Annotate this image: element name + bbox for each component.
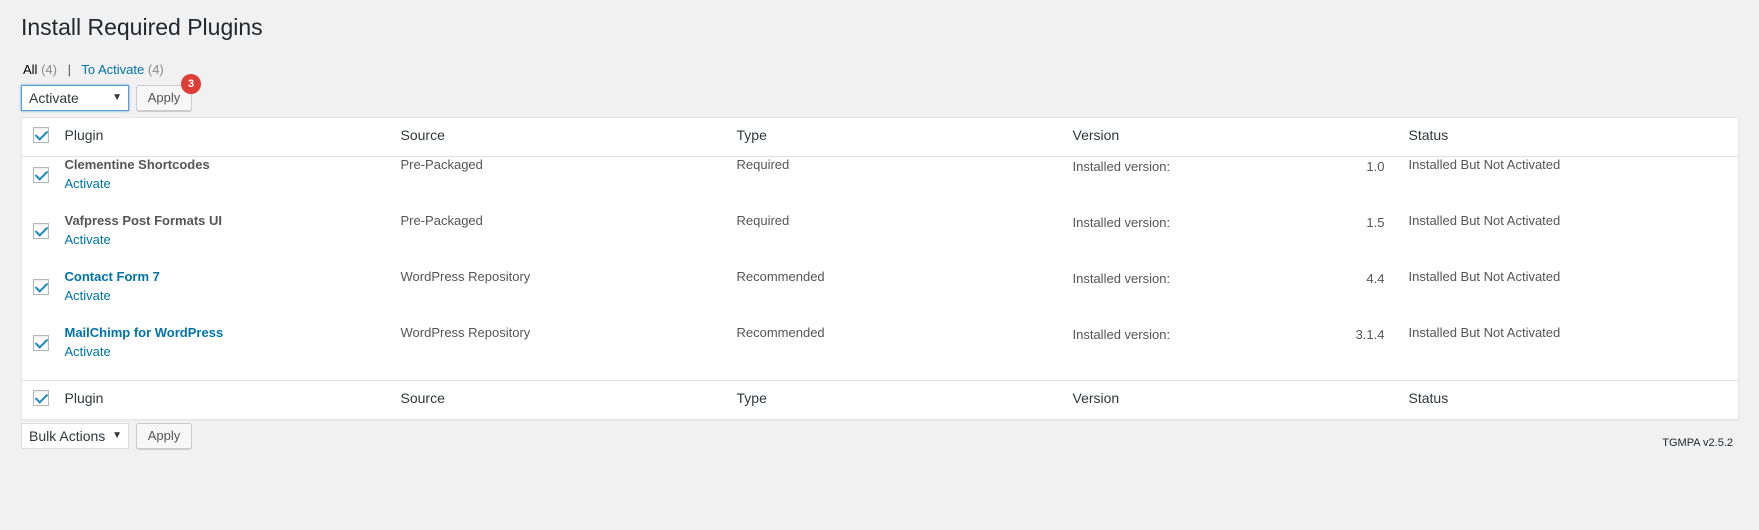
plugin-name-link[interactable]: Contact Form 7 — [65, 269, 160, 284]
version-cell: Installed version: 4.4 — [1073, 269, 1409, 325]
source-cell: WordPress Repository — [400, 324, 531, 340]
plugin-cell: Clementine Shortcodes Activate — [65, 157, 401, 213]
status-cell: Installed But Not Activated — [1408, 212, 1561, 228]
row-checkbox[interactable] — [33, 167, 49, 183]
filter-separator: | — [67, 62, 71, 77]
bulk-action-selected-top: Activate — [29, 90, 79, 106]
version-label: Installed version: — [1072, 159, 1171, 174]
column-header-plugin[interactable]: Plugin — [64, 117, 401, 157]
column-footer-plugin[interactable]: Plugin — [64, 380, 401, 420]
bulk-action-selected-bottom: Bulk Actions — [29, 428, 106, 444]
select-all-checkbox-bottom[interactable] — [33, 390, 49, 406]
apply-button-bottom[interactable]: Apply — [136, 423, 192, 449]
version-value: 3.1.4 — [1355, 326, 1385, 342]
plugin-cell: MailChimp for WordPress Activate — [65, 325, 401, 381]
column-header-status: Status — [1408, 117, 1739, 157]
dropdown-arrow-icon: ▼ — [112, 92, 122, 103]
filter-to-activate-count: (4) — [147, 62, 164, 77]
type-cell: Required — [736, 157, 790, 172]
type-cell: Required — [736, 212, 790, 228]
select-all-cell — [21, 117, 65, 157]
row-checkbox-cell — [22, 213, 65, 269]
column-footer-version: Version — [1072, 380, 1409, 420]
bulk-action-select-bottom[interactable]: Bulk Actions ▼ — [21, 423, 129, 449]
row-checkbox[interactable] — [33, 278, 49, 295]
filter-all-label[interactable]: All — [23, 62, 37, 77]
plugin-cell: Vafpress Post Formats UI Activate — [65, 213, 401, 269]
row-checkbox[interactable] — [33, 334, 49, 351]
version-cell: Installed version: 3.1.4 — [1073, 325, 1409, 381]
plugin-name: Clementine Shortcodes — [64, 157, 210, 172]
column-header-type[interactable]: Type — [736, 117, 1073, 157]
type-cell: Recommended — [736, 324, 825, 340]
column-footer-type[interactable]: Type — [736, 380, 1073, 420]
version-value: 1.5 — [1366, 214, 1385, 230]
row-checkbox[interactable] — [33, 222, 49, 239]
dropdown-arrow-icon: ▼ — [112, 430, 122, 441]
activate-link[interactable]: Activate — [65, 288, 401, 303]
status-cell: Installed But Not Activated — [1408, 157, 1561, 172]
column-header-source[interactable]: Source — [400, 117, 737, 157]
tgmpa-version: TGMPA v2.5.2 — [1662, 437, 1733, 449]
plugin-cell: Contact Form 7 Activate — [65, 269, 401, 325]
source-cell: Pre-Packaged — [400, 157, 483, 172]
activate-link[interactable]: Activate — [65, 176, 401, 191]
row-checkbox-cell — [22, 269, 65, 325]
type-cell: Recommended — [736, 268, 825, 284]
table-row: Vafpress Post Formats UI Activate Pre-Pa… — [22, 213, 1739, 269]
table-row: Clementine Shortcodes Activate Pre-Packa… — [22, 157, 1739, 213]
table-header: Plugin Source Type Version Status — [21, 117, 1739, 157]
page-title: Install Required Plugins — [21, 14, 263, 40]
notification-badge: 3 — [181, 74, 201, 94]
filter-all-count: (4) — [41, 62, 57, 77]
source-cell: Pre-Packaged — [400, 212, 483, 228]
status-cell: Installed But Not Activated — [1408, 324, 1561, 340]
column-footer-source[interactable]: Source — [400, 380, 737, 420]
version-value: 1.0 — [1366, 159, 1385, 174]
table-footer: Plugin Source Type Version Status — [21, 380, 1739, 420]
plugin-name: Vafpress Post Formats UI — [64, 212, 223, 228]
activate-link[interactable]: Activate — [65, 232, 401, 247]
version-label: Installed version: — [1072, 270, 1171, 286]
column-footer-status: Status — [1408, 380, 1739, 420]
filter-links: All (4) | To Activate (4) — [23, 62, 164, 77]
version-cell: Installed version: 1.5 — [1073, 213, 1409, 269]
version-label: Installed version: — [1072, 214, 1171, 230]
column-header-version: Version — [1072, 117, 1409, 157]
source-cell: WordPress Repository — [400, 268, 531, 284]
status-cell: Installed But Not Activated — [1408, 268, 1561, 284]
version-label: Installed version: — [1072, 326, 1171, 342]
row-checkbox-cell — [22, 325, 65, 381]
select-all-cell-bottom — [21, 380, 65, 420]
filter-to-activate-link[interactable]: To Activate — [81, 62, 144, 77]
plugin-name-link[interactable]: MailChimp for WordPress — [65, 325, 224, 340]
table-row: Contact Form 7 Activate WordPress Reposi… — [22, 269, 1739, 325]
version-value: 4.4 — [1366, 270, 1385, 286]
activate-link[interactable]: Activate — [65, 344, 401, 359]
table-row: MailChimp for WordPress Activate WordPre… — [22, 325, 1739, 381]
bulk-action-select-top[interactable]: Activate ▼ — [21, 85, 129, 111]
select-all-checkbox[interactable] — [33, 127, 49, 143]
version-cell: Installed version: 1.0 — [1073, 157, 1409, 213]
plugins-table: Plugin Source Type Version Status Clemen… — [21, 117, 1739, 420]
table-body: Clementine Shortcodes Activate Pre-Packa… — [22, 157, 1739, 381]
row-checkbox-cell — [22, 157, 65, 213]
